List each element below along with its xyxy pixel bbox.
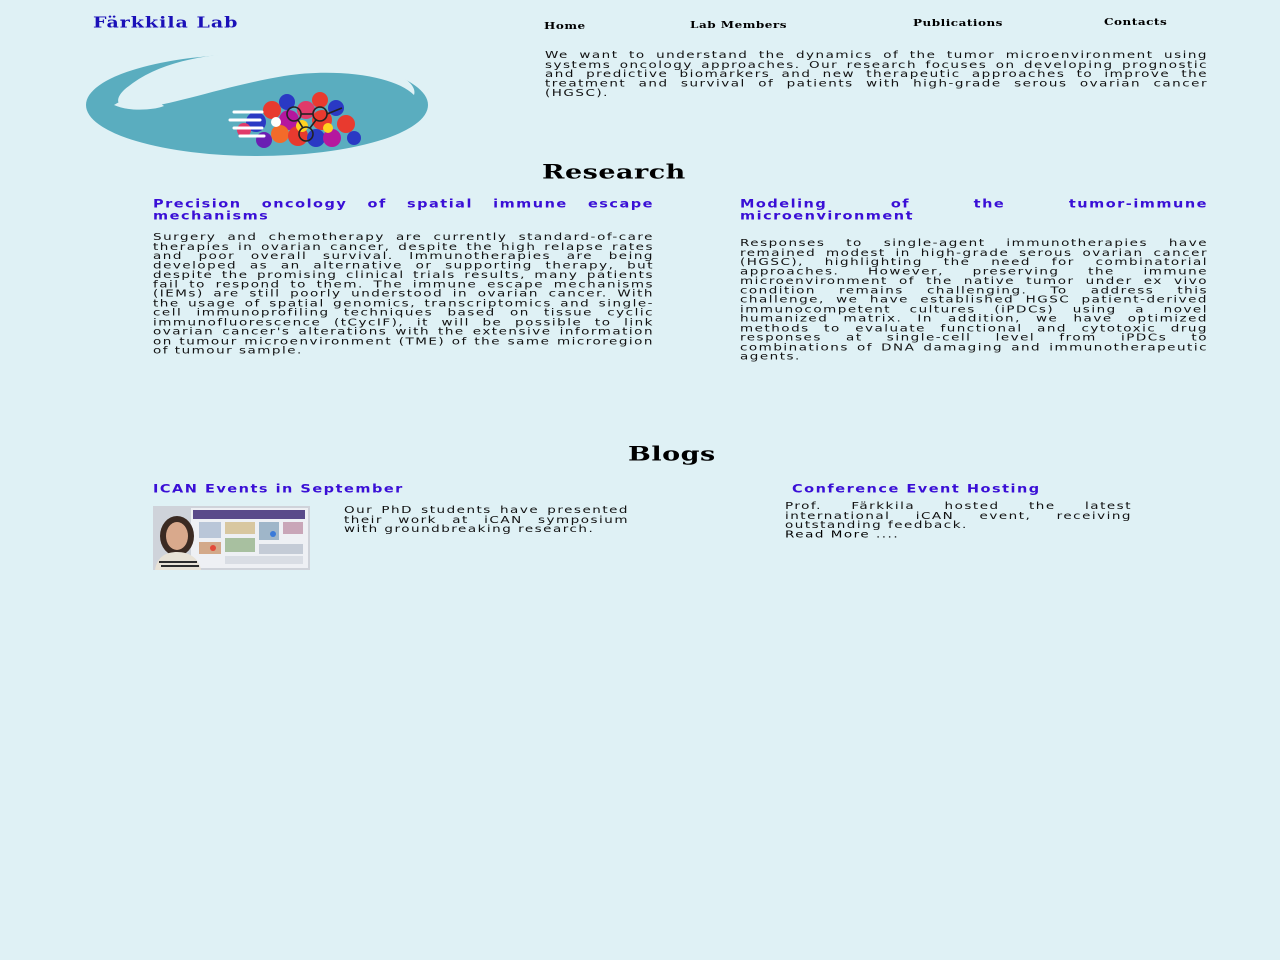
intro-text: We want to understand the dynamics of th… <box>545 49 1208 99</box>
blog-text-conference-hosting: Prof. Färkkila hosted the latest interna… <box>785 500 1132 531</box>
research-title-left: Precision oncology of spatial immune esc… <box>153 198 654 223</box>
nav-home[interactable]: Home <box>544 20 586 31</box>
site-brand[interactable]: Färkkila Lab <box>93 14 238 31</box>
research-heading: Research <box>542 161 686 184</box>
research-text-left: Surgery and chemotherapy are currently s… <box>153 231 654 357</box>
blog-photo[interactable] <box>153 506 310 570</box>
blog-text-ican-events: Our PhD students have presented their wo… <box>344 504 629 535</box>
blog-title-conference-hosting[interactable]: Conference Event Hosting <box>792 483 1041 495</box>
research-title-right: Modeling of the tumor-immune microenviro… <box>740 198 1208 223</box>
blogs-heading: Blogs <box>628 443 716 466</box>
lab-logo <box>86 53 428 156</box>
nav-contacts[interactable]: Contacts <box>1104 16 1167 27</box>
blog-entry-conference-hosting: Prof. Färkkila hosted the latest interna… <box>785 500 1132 540</box>
research-text-right: Responses to single-agent immunotherapie… <box>740 237 1208 363</box>
nav-publications[interactable]: Publications <box>913 17 1003 28</box>
read-more-link[interactable]: Read More .... <box>785 530 1132 539</box>
nav-lab-members[interactable]: Lab Members <box>690 19 787 30</box>
blog-title-ican-events[interactable]: ICAN Events in September <box>153 483 404 495</box>
